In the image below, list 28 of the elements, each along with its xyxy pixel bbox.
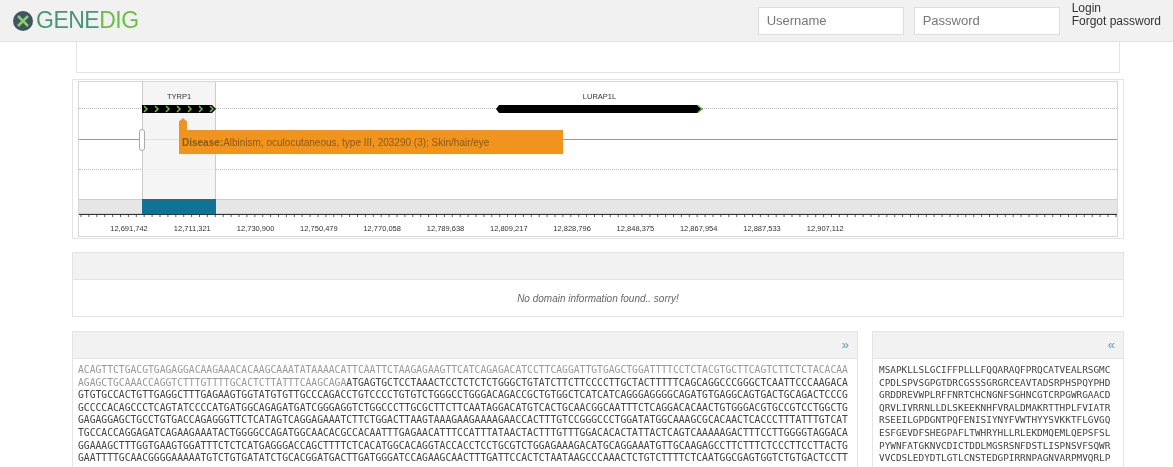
protein-line: VVCDSLEDYDTLGTLCNSTEDGPIRRNPAGNVARPMVQRLP — [879, 452, 1111, 465]
protein-line: QRVLIVRRNLLDLSKEEKNHFVRALDMAKRTTHPLFVIATR — [879, 401, 1111, 415]
sequence-line: GAGAGGAGCTGCCTGTGACCAGAGGGTTCTCATAGTCAGGAGAAATCTTCTGGACTTAAGTAAAGAAGAAAAGAACCACTTTGTCCGGGCCCTGGATATGGCAAAGCGCACAACTCACCCTTTATTTGTCAT — [78, 414, 848, 427]
protein-line: GRDDREVWPLRFFNRTCHCNGNFSGHNCGTCRPGWRGAACD — [879, 389, 1111, 402]
protein-line: CPDLSPVSGPGTDRCGSSSGRGRCEAVTADSRPHSPQYPHD — [879, 376, 1111, 390]
sequence-line: GTGTGCCACTGTTGAGGCTTTGAGAAGTGGTATGTGTTGCCCAGACCTGTCCCCTGTGTCTGGGCCTGGGACAGACCGCTGTGGCTCATCATCAGGGAGGGGCAGATGTGAGGCAGTGACTGCAGACTCCCG — [78, 389, 848, 402]
forgot-password-link[interactable]: Forgot password — [1071, 14, 1161, 28]
gene-feature[interactable] — [142, 105, 216, 113]
protein-line: RSEEILGPDGNTPQFENISIYNYFVWTHYYSVKKTFLGVGQ — [879, 414, 1111, 427]
protein-line: PYWNFATGKNVCDICTDDLMGSRSNFDSTLISPNSVFSQWR — [879, 439, 1111, 453]
username-field[interactable]: Username — [757, 6, 904, 35]
logo-icon — [12, 9, 34, 32]
drag-handle[interactable] — [139, 129, 145, 151]
protein-line: ESFGEVDFSHEGPAFLTWHRYHLLRLEKDMQEMLQEPSFSL — [879, 426, 1111, 440]
gene-feature[interactable] — [496, 105, 703, 113]
sequence-line: ACAGTTCTGACGTGAGAGGACAAGAAACACAAGCAAATATAAAACATTCAATTCTAAGAGAAGTTCATCAGAGACATCCTTCAGGATTGTGAGCTGGATTTTCCTCTACGTGCTTCAGTCTTCTCTACACAA — [78, 364, 848, 377]
sequence-line: GGAAAGCTTTGGTGAAGTGGATTTCTCTCATGAGGGACCAGCTTTTCTCACATGGCACAGGTACCACCTCCTGCGTCTGGAGAAAGACATGCAGGAAATGTTGCAAGAGCCTTCTTTCTCCCTTCCTTACTG — [78, 439, 848, 453]
logo-text: GENEDIG — [36, 6, 139, 36]
sequence-line: GAATTTTGCAACGGGGAAAAATGTCTGTGATATCTGCACGGATGACTTGATGGGATCCAGAAGCAACTTTGATTCCACTCTAATAAGCCCAAACTCTGTCTTTTCTCAATGGCGAGTGGTCTGTGACTCCTT — [78, 452, 848, 465]
tooltip-pointer — [179, 118, 187, 130]
password-field[interactable]: Password — [913, 6, 1060, 35]
no-domain-message: No domain information found.. sorry! — [517, 291, 679, 306]
login-link[interactable]: Login — [1071, 1, 1161, 15]
disease-tooltip: Disease:Albinism, oculocutaneous, type III, 203290 (3); Skin/hair/eye — [179, 130, 563, 154]
sequence-line: TGCCACCAGGAGATCAGAAGAAATACTGGGGCCAGATGGCAACACGCCACAATTTGAGAACATTTCCATTTATAACTACTTTGTTTGGACACACTATTACTCAGTCAAAAAGACTTTCCTTGGGGTAGGACA — [78, 426, 848, 440]
protein-line: MSAPKLLSLGCIFFPLLLFQQARAQFPRQCATVEALRSGMC — [879, 364, 1111, 377]
sequence-line: GCCCCACAGCCCTCAGTATCCCCATGATGGCAGAGATGATCGGGAGGTCTGGCCCTTGCGCTTCTTCAATAGGACATGTCACTGCAACGGCAATTTCTCAGGACACAACTGTGGGACGTGCCGTCCTGGCTG — [78, 401, 848, 415]
sequence-line: AGAGCTGCAAACCAGGTCTTTGTTTTGCACTCTTATTTCAAGCAGAATGAGTGCTCCTAAACTCCTCTCTCTGGGCTGTATCTTCTTCCCCTTGCTACTTTTTCAGCAGGCCCGGGCTCAATTCCCAAGACA — [78, 376, 848, 390]
